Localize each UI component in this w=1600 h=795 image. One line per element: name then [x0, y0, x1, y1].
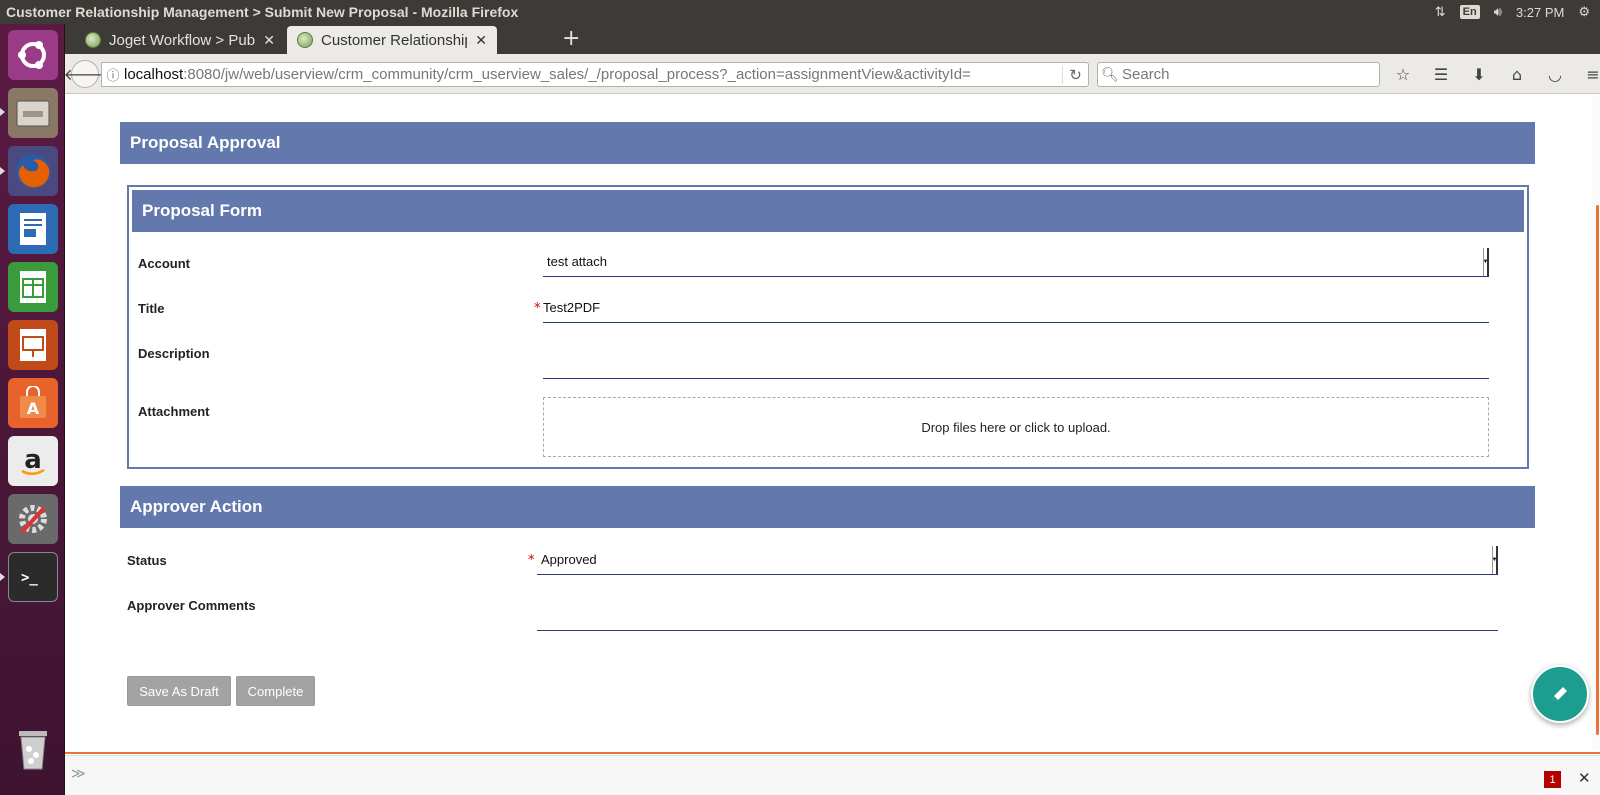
terminal-icon[interactable]: >_ [8, 552, 58, 602]
devbar-divider [65, 752, 1600, 754]
bookmark-star-icon[interactable]: ☆ [1390, 62, 1416, 87]
trash-icon[interactable] [8, 724, 58, 774]
calc-icon[interactable] [8, 262, 58, 312]
bottom-panel: ≫ 1 ✕ [65, 755, 1600, 795]
search-input[interactable]: 🔍︎ Search [1097, 62, 1380, 87]
tab-strip: Joget Workflow > Pub ✕ Customer Relation… [65, 24, 1600, 54]
pocket-icon[interactable]: ◡ [1542, 62, 1568, 87]
search-placeholder: Search [1122, 66, 1170, 83]
svg-text:A: A [27, 399, 40, 418]
new-tab-button[interactable]: + [562, 27, 580, 51]
proposal-form-header: Proposal Form [132, 190, 1524, 232]
tab-customer-relationship[interactable]: Customer Relationship ✕ [287, 26, 497, 54]
tab-label: Customer Relationship [321, 31, 468, 49]
proposal-form-subform: Proposal Form Account test attach ▼ Titl… [127, 185, 1529, 469]
toolbar-icons: ☆ ☰ ⬇ ⌂ ◡ ≡ [1390, 62, 1600, 87]
edit-fab-button[interactable] [1531, 665, 1589, 723]
account-select[interactable]: test attach ▼ [543, 247, 1489, 277]
launcher-running-indicator [0, 573, 5, 581]
home-icon[interactable]: ⌂ [1504, 62, 1530, 87]
required-marker: * [534, 301, 541, 316]
tab-close-icon[interactable]: ✕ [263, 32, 275, 49]
menu-icon[interactable]: ≡ [1580, 62, 1600, 87]
chevron-down-icon: ▼ [1483, 248, 1489, 276]
impress-icon[interactable] [8, 320, 58, 370]
search-icon: 🔍︎ [1101, 66, 1119, 82]
launcher-running-indicator [0, 108, 5, 116]
launcher: A a >_ [0, 24, 65, 795]
software-center-icon[interactable]: A [8, 378, 58, 428]
approver-comments-textarea[interactable] [537, 589, 1498, 631]
indicator-area: ⇅ En 🔊︎ 3:27 PM ⚙ [1435, 4, 1600, 20]
title-input-value: Test2PDF [543, 300, 601, 315]
status-selected-value: Approved [541, 552, 597, 567]
approver-comments-label: Approver Comments [127, 598, 256, 613]
status-select[interactable]: Approved ▼ [537, 545, 1498, 575]
description-textarea[interactable] [543, 337, 1489, 379]
error-count-badge[interactable]: 1 [1544, 771, 1561, 788]
navigation-toolbar: 🡐 ⓘ localhost:8080/jw/web/userview/crm_c… [64, 54, 1600, 94]
approver-action-header: Approver Action [120, 486, 1535, 528]
writer-icon[interactable] [8, 204, 58, 254]
pencil-icon [1553, 687, 1567, 701]
gear-icon[interactable]: ⚙ [1578, 4, 1590, 20]
complete-button[interactable]: Complete [236, 676, 315, 706]
keyboard-layout-indicator[interactable]: En [1459, 5, 1480, 19]
volume-icon[interactable]: 🔊︎ [1494, 4, 1502, 20]
expand-chevron-icon[interactable]: ≫ [71, 766, 86, 782]
status-label: Status [127, 553, 167, 568]
proposal-approval-header: Proposal Approval [120, 122, 1535, 164]
files-icon[interactable] [8, 88, 58, 138]
title-label: Title [138, 301, 165, 316]
back-button[interactable]: 🡐 [64, 60, 106, 88]
joget-favicon-icon [85, 32, 101, 48]
chevron-down-icon: ▼ [1492, 546, 1498, 574]
tab-close-icon[interactable]: ✕ [475, 32, 487, 49]
title-input[interactable]: Test2PDF [543, 293, 1489, 323]
amazon-icon[interactable]: a [8, 436, 58, 486]
description-label: Description [138, 346, 210, 361]
window-title: Customer Relationship Management > Submi… [6, 4, 519, 20]
network-icon[interactable]: ⇅ [1435, 4, 1446, 20]
account-label: Account [138, 256, 190, 271]
url-path: :8080/jw/web/userview/crm_community/crm_… [183, 66, 971, 83]
attachment-label: Attachment [138, 404, 210, 419]
required-marker: * [528, 553, 535, 568]
attachment-dropzone[interactable]: Drop files here or click to upload. [543, 397, 1489, 457]
tab-label: Joget Workflow > Pub [109, 31, 256, 49]
joget-favicon-icon [297, 32, 313, 48]
account-selected-value: test attach [547, 254, 607, 269]
ubuntu-dash-icon[interactable] [8, 30, 58, 80]
svg-text:a: a [24, 445, 42, 475]
scrollbar-thumb[interactable] [1596, 205, 1599, 735]
url-bar[interactable]: ⓘ localhost:8080/jw/web/userview/crm_com… [101, 62, 1089, 87]
save-as-draft-button[interactable]: Save As Draft [127, 676, 231, 706]
info-icon[interactable]: ⓘ [102, 65, 124, 84]
svg-text:>_: >_ [21, 570, 38, 586]
page-content: Proposal Approval Proposal Form Account … [65, 95, 1600, 750]
firefox-icon[interactable] [8, 146, 58, 196]
system-top-panel: Customer Relationship Management > Submi… [0, 0, 1600, 24]
launcher-running-indicator [0, 167, 5, 175]
url-text[interactable]: localhost:8080/jw/web/userview/crm_commu… [124, 66, 1062, 83]
reload-icon[interactable]: ↻ [1062, 65, 1088, 84]
reading-list-icon[interactable]: ☰ [1428, 62, 1454, 87]
page-scrollbar[interactable] [1592, 95, 1600, 750]
clock[interactable]: 3:27 PM [1516, 5, 1564, 20]
url-host: localhost [124, 66, 184, 83]
system-settings-icon[interactable] [8, 494, 58, 544]
download-icon[interactable]: ⬇ [1466, 62, 1492, 87]
close-icon[interactable]: ✕ [1578, 769, 1591, 787]
tab-joget-workflow[interactable]: Joget Workflow > Pub ✕ [75, 26, 285, 54]
